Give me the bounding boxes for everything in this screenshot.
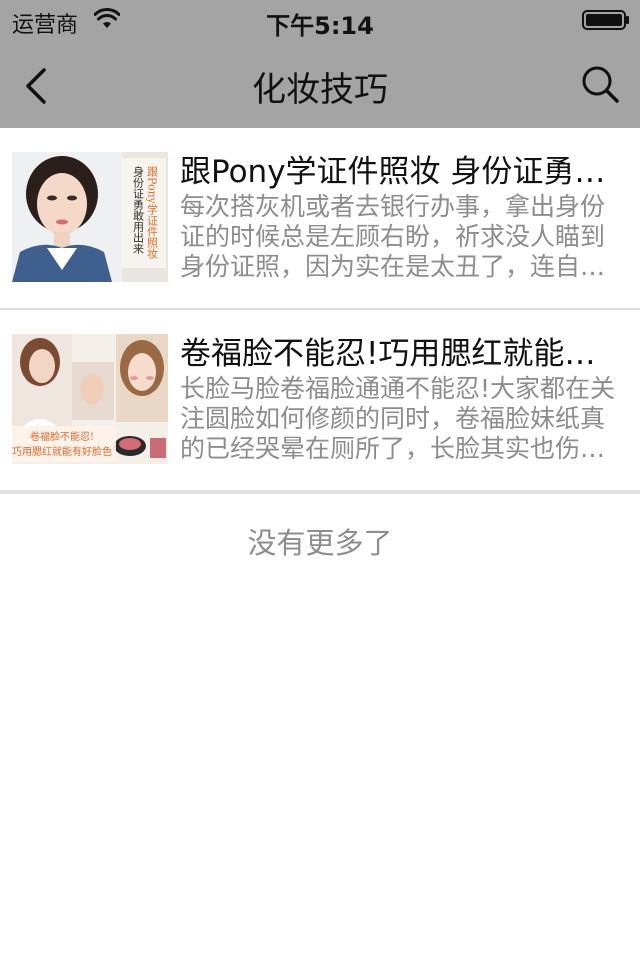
svg-text:巧用腮红就能有好脸色: 巧用腮红就能有好脸色 [12, 445, 112, 458]
page-title: 化妆技巧 [252, 70, 388, 110]
article-item[interactable]: 卷福脸不能忍! 巧用腮红就能有好脸色 卷福脸不能忍!巧用腮红就能有好脸色 长脸马… [0, 310, 640, 492]
article-thumbnail: 卷福脸不能忍! 巧用腮红就能有好脸色 [12, 334, 168, 464]
svg-text:卷福脸不能忍!: 卷福脸不能忍! [30, 430, 94, 443]
svg-text:身份证勇敢用出来: 身份证勇敢用出来 [132, 165, 145, 254]
article-title: 卷福脸不能忍!巧用腮红就能有好脸色 [180, 336, 620, 372]
svg-text:跟Pony学证件照妆: 跟Pony学证件照妆 [146, 166, 159, 260]
nav-bar: 化妆技巧 [0, 40, 640, 128]
article-item[interactable]: 跟Pony学证件照妆 身份证勇敢用出来 跟Pony学证件照妆 身份证勇敢用出来 … [0, 128, 640, 310]
article-title: 跟Pony学证件照妆 身份证勇敢用出来 [180, 154, 620, 190]
battery-icon [582, 10, 629, 30]
status-time: 下午5:14 [266, 12, 374, 40]
list-end-divider [0, 490, 640, 494]
makeup-collage-image: 卷福脸不能忍! 巧用腮红就能有好脸色 [12, 334, 168, 464]
article-description: 长脸马脸卷福脸通通不能忍!大家都在关注圆脸如何修颜的同时，卷福脸妹纸真的已经哭晕… [180, 374, 616, 463]
article-description: 每次搭灰机或者去银行办事，拿出身份证的时候总是左顾右盼，祈求没人瞄到身份证照，因… [180, 192, 606, 281]
no-more-label: 没有更多了 [247, 526, 393, 560]
article-list: 跟Pony学证件照妆 身份证勇敢用出来 跟Pony学证件照妆 身份证勇敢用出来 … [0, 128, 640, 492]
search-icon[interactable] [580, 64, 620, 104]
portrait-image: 跟Pony学证件照妆 身份证勇敢用出来 [12, 152, 168, 282]
article-thumbnail: 跟Pony学证件照妆 身份证勇敢用出来 [12, 152, 168, 282]
status-bar: 运营商 下午5:14 [0, 0, 640, 40]
